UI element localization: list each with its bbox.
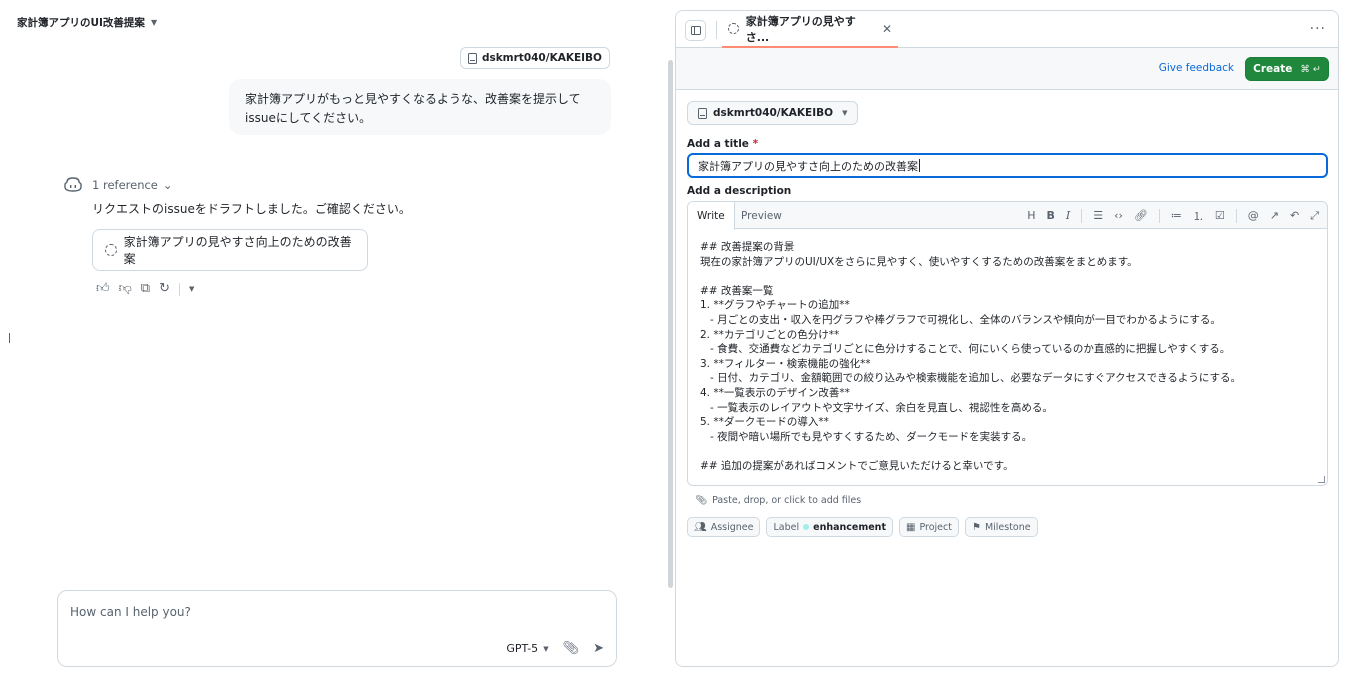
required-marker: * [752, 138, 759, 150]
chevron-down-icon: ⌄ [162, 178, 173, 192]
description-editor[interactable]: Write Preview H B I ☰ ‹› 🔗︎ ≔ ⒈ ☑ @ ↗ ↶ … [687, 201, 1328, 486]
description-textarea[interactable]: ## 改善提案の背景 現在の家計簿アプリのUI/UXをさらに見やすく、使いやすく… [688, 229, 1327, 485]
assistant-message: リクエストのissueをドラフトしました。ご確認ください。 [92, 202, 411, 216]
attach-hint-text: Paste, drop, or click to add files [712, 495, 862, 506]
chat-input[interactable]: How can I help you? [70, 605, 191, 619]
divider [1235, 208, 1237, 223]
chat-pane: 家計簿アプリのUI改善提案 ▼ dskmrt040/KAKEIBO 家計簿アプリ… [0, 0, 675, 673]
repository-name: dskmrt040/KAKEIBO [713, 107, 834, 119]
toggle-sidebar-button[interactable] [685, 20, 706, 41]
project-label: Project [919, 521, 952, 533]
label-key: Label [773, 521, 800, 533]
repo-name: dskmrt040/KAKEIBO [481, 52, 602, 64]
chevron-down-icon: ▼ [543, 644, 549, 653]
create-issue-button[interactable]: Create ⌘ ↵ [1245, 57, 1329, 81]
project-button[interactable]: ▦ Project [899, 517, 959, 537]
copy-icon[interactable]: ⧉ [141, 281, 150, 297]
bold-icon[interactable]: B [1046, 209, 1054, 222]
title-label: Add a title * [687, 138, 758, 150]
quote-icon[interactable]: ☰ [1093, 209, 1103, 222]
reference-icon[interactable]: ↗ [1270, 209, 1279, 222]
title-label-text: Add a title [687, 138, 749, 150]
table-icon: ▦ [906, 521, 916, 533]
repo-context-chip[interactable]: dskmrt040/KAKEIBO [459, 47, 610, 69]
description-label: Add a description [687, 185, 792, 197]
milestone-icon: ⚑ [971, 521, 981, 533]
tab-title: 家計簿アプリの見やすさ... [745, 14, 856, 44]
create-label: Create [1253, 63, 1293, 75]
milestone-button[interactable]: ⚑ Milestone [964, 517, 1038, 537]
draft-status-icon [105, 244, 117, 256]
tab-issue-draft[interactable]: 家計簿アプリの見やすさ... ✕ [722, 11, 898, 48]
close-icon[interactable]: ✕ [882, 22, 892, 36]
editor-header: Write Preview H B I ☰ ‹› 🔗︎ ≔ ⒈ ☑ @ ↗ ↶ … [688, 202, 1327, 230]
divider [179, 282, 180, 296]
retry-icon[interactable]: ↻ [159, 281, 170, 297]
chat-scrollbar[interactable] [668, 60, 673, 588]
create-shortcut: ⌘ ↵ [1300, 63, 1321, 75]
mention-icon[interactable]: @ [1248, 209, 1259, 222]
assignee-button[interactable]: 👥︎ Assignee [687, 517, 761, 537]
ordered-list-icon[interactable]: ⒈ [1193, 208, 1204, 224]
repo-icon [467, 52, 477, 64]
chevron-down-icon: ▼ [842, 109, 848, 117]
copilot-icon [64, 177, 82, 192]
issue-draft-card[interactable]: 家計簿アプリの見やすさ向上のための改善案 [92, 229, 368, 271]
model-picker[interactable]: GPT-5 ▼ [506, 642, 548, 655]
message-actions: 👍︎ 👎︎ ⧉ ↻ ▼ [96, 281, 194, 297]
give-feedback-link[interactable]: Give feedback [1159, 62, 1234, 74]
label-button[interactable]: Label enhancement [766, 517, 893, 537]
code-icon[interactable]: ‹› [1114, 209, 1123, 222]
user-message: 家計簿アプリがもっと見やすくなるような、改善案を提示して issueにしてくださ… [229, 79, 611, 135]
model-name: GPT-5 [506, 642, 539, 655]
repository-select[interactable]: dskmrt040/KAKEIBO ▼ [687, 101, 859, 125]
conversation-title-menu[interactable]: 家計簿アプリのUI改善提案 ▼ [17, 15, 157, 30]
label-color-dot [803, 524, 810, 530]
resize-handle[interactable] [1318, 476, 1325, 483]
heading-icon[interactable]: H [1027, 209, 1035, 222]
milestone-label: Milestone [984, 521, 1031, 533]
sidebar-icon [690, 26, 701, 35]
references-toggle[interactable]: 1 reference ⌄ [92, 178, 173, 192]
label-value: enhancement [813, 521, 886, 533]
link-icon[interactable]: 🔗︎ [1134, 209, 1148, 222]
issue-title-input[interactable]: 家計簿アプリの見やすさ向上のための改善案 [687, 153, 1328, 178]
chat-tools: GPT-5 ▼ 📎︎ ➤ [506, 641, 604, 656]
references-label: 1 reference [92, 178, 158, 192]
reply-icon[interactable]: ↶ [1290, 209, 1299, 222]
conversation-title: 家計簿アプリのUI改善提案 [17, 17, 145, 29]
tab-write[interactable]: Write [688, 202, 735, 230]
divider [716, 21, 717, 39]
thumbs-up-icon[interactable]: 👍︎ [96, 281, 110, 297]
text-cursor [919, 159, 920, 172]
divider [1081, 208, 1083, 223]
unordered-list-icon[interactable]: ≔ [1171, 209, 1182, 222]
send-icon[interactable]: ➤ [593, 641, 604, 656]
issue-title-value: 家計簿アプリの見やすさ向上のための改善案 [698, 159, 918, 173]
markdown-toolbar: H B I ☰ ‹› 🔗︎ ≔ ⒈ ☑ @ ↗ ↶ ⤢ [1027, 202, 1319, 229]
repo-icon [698, 107, 707, 119]
chevron-down-icon[interactable]: ▼ [189, 281, 194, 297]
thumbs-down-icon[interactable]: 👎︎ [119, 281, 132, 297]
task-list-icon[interactable]: ☑ [1215, 209, 1225, 222]
paperclip-icon: 📎︎ [695, 495, 708, 506]
draft-status-icon [728, 23, 739, 34]
issue-panel: 家計簿アプリの見やすさ... ✕ ··· Give feedback Creat… [675, 10, 1339, 667]
issue-metadata: 👥︎ Assignee Label enhancement ▦ Project … [687, 517, 1038, 537]
divider [1158, 208, 1160, 223]
assignee-label: Assignee [710, 521, 754, 533]
chat-input-box[interactable]: How can I help you? GPT-5 ▼ 📎︎ ➤ [57, 590, 617, 667]
fullscreen-icon[interactable]: ⤢ [1310, 209, 1319, 223]
issue-card-title: 家計簿アプリの見やすさ向上のための改善案 [123, 235, 352, 266]
tab-preview[interactable]: Preview [732, 202, 791, 229]
issue-action-bar: Give feedback Create ⌘ ↵ [676, 48, 1338, 90]
more-options-icon[interactable]: ··· [1310, 21, 1326, 37]
chevron-down-icon: ▼ [150, 18, 158, 27]
paperclip-icon[interactable]: 📎︎ [563, 641, 580, 656]
panel-tabbar: 家計簿アプリの見やすさ... ✕ ··· [676, 11, 1338, 48]
people-icon: 👥︎ [694, 521, 707, 533]
text-cursor [9, 333, 10, 343]
italic-icon[interactable]: I [1066, 209, 1070, 222]
attach-files-area[interactable]: 📎︎ Paste, drop, or click to add files [695, 495, 861, 506]
